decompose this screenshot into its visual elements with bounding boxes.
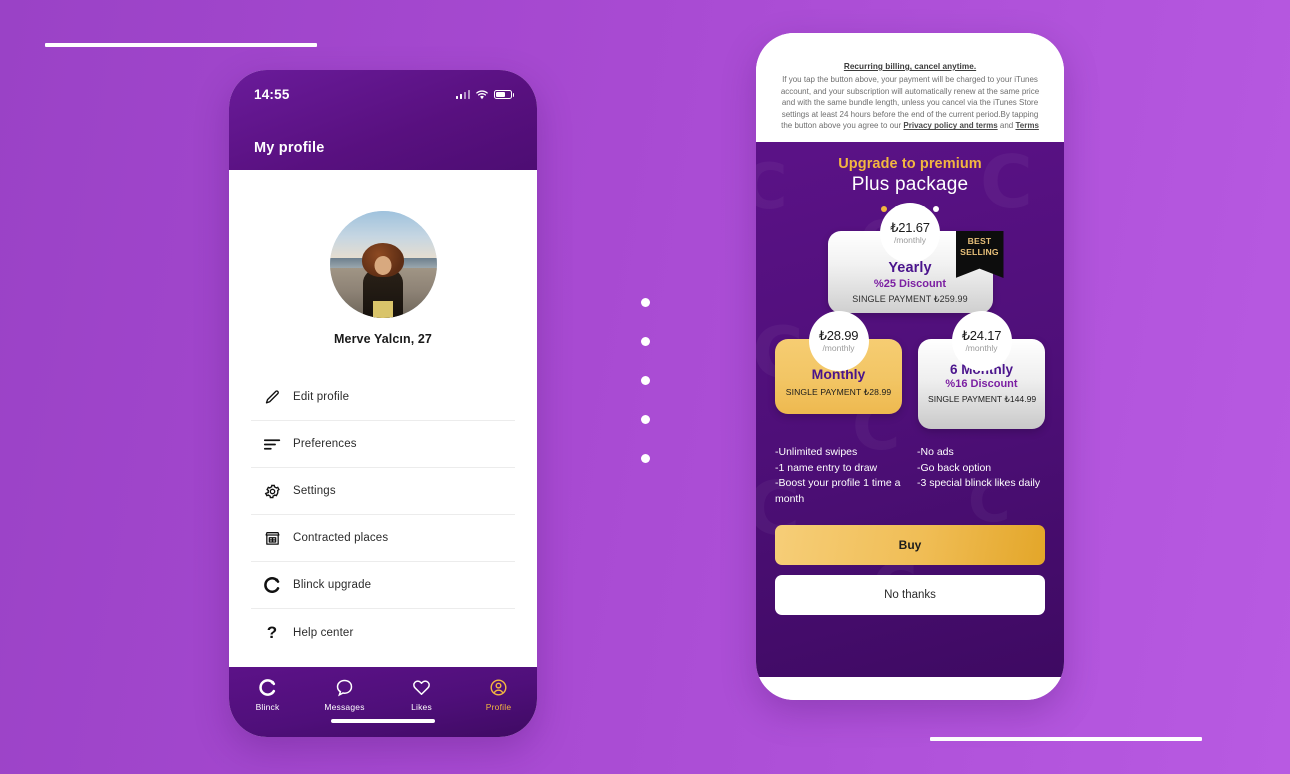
- features-section: -Unlimited swipes -1 name entry to draw …: [775, 445, 1045, 507]
- nav-item-label: Blinck: [255, 702, 280, 712]
- plan-card-six-monthly[interactable]: ₺24.17 /monthly 6 Monthly %16 Discount S…: [918, 310, 1045, 429]
- decorative-dot: [641, 454, 650, 463]
- promo-subhead: Plus package: [851, 173, 969, 195]
- storefront-icon: [251, 530, 293, 547]
- wifi-icon: [476, 89, 488, 100]
- decorative-line-top-left: [45, 43, 317, 47]
- heart-icon: [412, 678, 431, 697]
- profile-menu: Edit profile Preferences Settings Contra…: [229, 374, 537, 656]
- menu-item-blinck-upgrade[interactable]: Blinck upgrade: [251, 562, 515, 609]
- gear-icon: [251, 483, 293, 500]
- monthly-bubble-price: ₺28.99: [818, 328, 859, 344]
- profile-name: Merve Yalcın, 27: [334, 332, 432, 346]
- terms-section: Recurring billing, cancel anytime. If yo…: [756, 33, 1064, 142]
- avatar[interactable]: [329, 211, 437, 318]
- six-monthly-single-payment: SINGLE PAYMENT ₺144.99: [928, 393, 1037, 404]
- nav-item-messages[interactable]: Messages: [314, 678, 376, 712]
- monthly-bubble-period: /monthly: [822, 343, 855, 354]
- six-monthly-discount: %16 Discount: [945, 377, 1018, 390]
- profile-body: Merve Yalcın, 27 Edit profile Preference…: [229, 170, 537, 667]
- menu-item-label: Help center: [293, 626, 354, 639]
- monthly-single-payment: SINGLE PAYMENT ₺28.99: [785, 386, 892, 397]
- page-title: My profile: [254, 140, 325, 156]
- decorative-dot-column: [641, 298, 650, 463]
- yearly-discount: %25 Discount: [873, 277, 947, 290]
- features-left-text: -Unlimited swipes -1 name entry to draw …: [775, 445, 901, 505]
- profile-phone-mockup: 14:55 My profile Merve Yalcın, 27 Edit p…: [229, 70, 537, 737]
- carousel-dot[interactable]: [933, 205, 939, 212]
- nav-item-blinck[interactable]: Blinck: [237, 678, 299, 712]
- nav-item-profile[interactable]: Profile: [468, 678, 530, 712]
- menu-item-label: Blinck upgrade: [293, 579, 372, 591]
- decorative-dot: [641, 337, 650, 346]
- status-time: 14:55: [254, 87, 290, 102]
- menu-item-label: Contracted places: [293, 532, 389, 544]
- cellular-signal-icon: [455, 90, 470, 99]
- menu-item-label: Settings: [293, 485, 336, 497]
- ribbon-line-1: BEST: [967, 235, 992, 246]
- blinck-logo-icon: [258, 678, 277, 697]
- yearly-bubble-price: ₺21.67: [890, 220, 930, 236]
- features-column-left: -Unlimited swipes -1 name entry to draw …: [775, 445, 903, 507]
- decorative-dot: [641, 415, 650, 424]
- home-indicator: [331, 718, 435, 723]
- privacy-policy-link[interactable]: Privacy policy and terms: [903, 121, 997, 130]
- nav-item-label: Likes: [411, 702, 432, 712]
- monthly-price-bubble: ₺28.99 /monthly: [808, 310, 869, 371]
- menu-item-label: Edit profile: [293, 391, 350, 403]
- carousel-dot-active[interactable]: [881, 205, 887, 212]
- decorative-dot: [641, 298, 650, 307]
- nav-item-likes[interactable]: Likes: [391, 678, 453, 712]
- promo-headline: Upgrade to premium: [838, 155, 982, 172]
- status-bar: 14:55: [229, 70, 537, 102]
- plans-section: ₺21.67 /monthly BEST SELLING Yearly %25 …: [775, 202, 1045, 429]
- avatar-wrapper: [229, 170, 537, 318]
- six-monthly-bubble-period: /monthly: [965, 343, 998, 354]
- bottom-navigation: Blinck Messages Likes Profile: [229, 667, 537, 737]
- six-monthly-price-bubble: ₺24.17 /monthly: [951, 310, 1012, 371]
- battery-icon: [494, 90, 515, 99]
- plan-card-yearly[interactable]: ₺21.67 /monthly BEST SELLING Yearly %25 …: [827, 202, 1004, 313]
- yearly-bubble-period: /monthly: [893, 235, 927, 246]
- blinck-logo-icon: [251, 576, 293, 594]
- premium-upsell-phone-mockup: Recurring billing, cancel anytime. If yo…: [756, 33, 1064, 700]
- no-thanks-button[interactable]: No thanks: [775, 575, 1045, 616]
- menu-item-preferences[interactable]: Preferences: [251, 421, 515, 468]
- menu-item-label: Preferences: [293, 438, 357, 450]
- question-mark-icon: ?: [266, 623, 278, 642]
- ribbon-line-2: SELLING: [960, 246, 999, 257]
- menu-item-contracted-places[interactable]: Contracted places: [251, 515, 515, 562]
- terms-title: Recurring billing, cancel anytime.: [843, 62, 977, 71]
- sliders-icon: [251, 437, 293, 452]
- menu-item-settings[interactable]: Settings: [251, 468, 515, 515]
- menu-item-edit-profile[interactable]: Edit profile: [251, 374, 515, 421]
- terms-link[interactable]: Terms: [1015, 121, 1038, 130]
- terms-body: If you tap the button above, your paymen…: [778, 74, 1042, 132]
- buy-button[interactable]: Buy: [775, 525, 1045, 566]
- terms-conjunction: and: [997, 121, 1016, 131]
- features-right-text: -No ads -Go back option -3 special blinc…: [917, 445, 1041, 490]
- nav-item-label: Messages: [324, 702, 365, 712]
- features-column-right: -No ads -Go back option -3 special blinc…: [917, 445, 1045, 507]
- phone-footer: [756, 676, 1064, 700]
- yearly-price-bubble: ₺21.67 /monthly: [880, 202, 940, 263]
- menu-item-help-center[interactable]: ? Help center: [251, 609, 515, 656]
- nav-item-label: Profile: [485, 702, 512, 712]
- status-icons: [455, 89, 515, 100]
- pencil-icon: [251, 389, 293, 406]
- yearly-single-payment: SINGLE PAYMENT ₺259.99: [852, 293, 968, 304]
- chat-bubble-icon: [335, 678, 354, 697]
- profile-header: 14:55 My profile: [229, 70, 537, 170]
- decorative-line-bottom-right: [930, 737, 1202, 741]
- plans-row-secondary: ₺28.99 /monthly Monthly SINGLE PAYMENT ₺…: [775, 310, 1045, 429]
- six-monthly-bubble-price: ₺24.17: [961, 328, 1002, 344]
- cta-section: Buy No thanks: [775, 525, 1045, 616]
- plan-card-monthly[interactable]: ₺28.99 /monthly Monthly SINGLE PAYMENT ₺…: [775, 310, 902, 429]
- user-circle-icon: [489, 678, 508, 697]
- decorative-dot: [641, 376, 650, 385]
- premium-panel: C C C C C C C C C Upgrade to premium Plu…: [756, 141, 1064, 677]
